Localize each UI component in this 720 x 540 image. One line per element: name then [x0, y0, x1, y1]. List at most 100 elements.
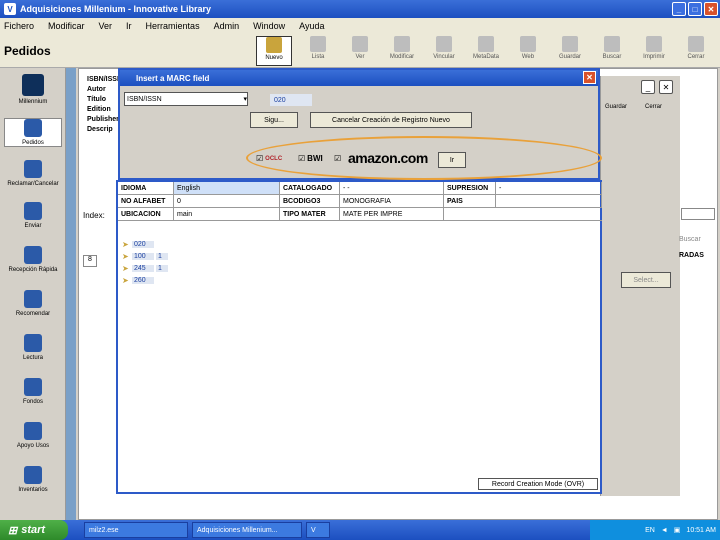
sidebar-item-fondos[interactable]: Fondos: [4, 378, 62, 405]
support-icon: [24, 422, 42, 440]
side-select-button[interactable]: Select...: [621, 272, 671, 288]
menu-ayuda[interactable]: Ayuda: [299, 21, 324, 31]
toolbar-guardar-button[interactable]: Guardar: [552, 36, 588, 66]
window-title-bar: V Adquisiciones Millenium - Innovative L…: [0, 0, 720, 18]
sidebar-item-recepcion[interactable]: Recepción Rápida: [4, 246, 62, 273]
side-field[interactable]: [681, 208, 715, 220]
fixed-fields-grid: IDIOMA English CATALOGADO - - SUPRESION …: [118, 182, 602, 221]
list-icon: [310, 36, 326, 52]
dialog-title: Insert a MARC field: [136, 73, 210, 83]
page-number[interactable]: 8: [83, 255, 97, 267]
inventory-icon: [24, 466, 42, 484]
page-title: Pedidos: [4, 44, 51, 58]
menu-fichero[interactable]: Fichero: [4, 21, 34, 31]
marc-field-list: ➤ 020 ➤ 100 1 ➤ 245 1 ➤ 260: [122, 238, 168, 286]
window-title: Adquisiciones Millenium - Innovative Lib…: [20, 4, 212, 14]
menu-ver[interactable]: Ver: [99, 21, 113, 31]
dialog-title-bar: Insert a MARC field ✕: [120, 70, 598, 86]
menu-window[interactable]: Window: [253, 21, 285, 31]
side-cerrar-label[interactable]: Cerrar: [645, 104, 662, 110]
list-item[interactable]: ➤ 260: [122, 274, 168, 286]
toolbar-web-button[interactable]: Web: [510, 36, 546, 66]
chevron-down-icon: ▾: [243, 96, 247, 103]
new-record-icon: [266, 37, 282, 53]
speaker-icon[interactable]: ◄: [661, 527, 668, 534]
field-arrow-icon: ➤: [122, 263, 129, 273]
side-guardar-label[interactable]: Guardar: [605, 104, 627, 110]
table-row: UBICACION main TIPO MATER MATE PER IMPRE: [118, 208, 602, 221]
millennium-logo-icon: [22, 74, 44, 96]
record-minimize-button[interactable]: _: [641, 80, 655, 94]
reading-icon: [24, 334, 42, 352]
view-icon: [352, 36, 368, 52]
toolbar-metadata-button[interactable]: MetaData: [468, 36, 504, 66]
task-millennium-icon[interactable]: V: [306, 522, 330, 538]
dialog-close-button[interactable]: ✕: [583, 71, 596, 84]
send-icon: [24, 202, 42, 220]
system-tray: EN ◄ ▣ 10:51 AM: [590, 520, 720, 540]
sidebar-item-apoyo[interactable]: Apoyo Usos: [4, 422, 62, 449]
table-row: IDIOMA English CATALOGADO - - SUPRESION …: [118, 182, 602, 195]
sidebar-item-millennium[interactable]: Millennium: [4, 74, 62, 105]
minimize-button[interactable]: _: [672, 2, 686, 16]
windows-logo-icon: ⊞: [8, 524, 18, 537]
claim-icon: [24, 160, 42, 178]
menu-ir[interactable]: Ir: [126, 21, 132, 31]
sidebar-item-pedidos[interactable]: Pedidos: [4, 118, 62, 147]
sidebar-item-inventarios[interactable]: Inventarios: [4, 466, 62, 493]
field-arrow-icon: ➤: [122, 251, 129, 261]
modify-icon: [394, 36, 410, 52]
side-radas-label: RADAS: [679, 252, 704, 259]
menu-admin[interactable]: Admin: [214, 21, 240, 31]
marc-field-select[interactable]: ISBN/ISSN ▾: [124, 92, 248, 106]
network-icon[interactable]: ▣: [674, 526, 681, 534]
close-doc-icon: [688, 36, 704, 52]
language-indicator[interactable]: EN: [645, 527, 655, 534]
web-icon: [520, 36, 536, 52]
close-button[interactable]: ✕: [704, 2, 718, 16]
list-item[interactable]: ➤ 245 1: [122, 262, 168, 274]
list-item[interactable]: ➤ 020: [122, 238, 168, 250]
toolbar-buscar-button[interactable]: Buscar: [594, 36, 630, 66]
list-item[interactable]: ➤ 100 1: [122, 250, 168, 262]
toolbar-vincular-button[interactable]: Vincular: [426, 36, 462, 66]
sources-highlight-ellipse: [246, 136, 602, 180]
toolbar-imprimir-button[interactable]: Imprimir: [636, 36, 672, 66]
side-window-controls: _ ✕: [641, 80, 673, 94]
marc-tag-field[interactable]: 020: [270, 94, 312, 106]
side-buscar-button[interactable]: Buscar: [679, 236, 701, 243]
sidebar-item-reclamar[interactable]: Reclamar/Cancelar: [4, 160, 62, 187]
taskbar: ⊞ start milz2.ese Adquisiciones Millenium…: [0, 520, 720, 540]
toolbar-cerrar-button[interactable]: Cerrar: [678, 36, 714, 66]
menu-modificar[interactable]: Modificar: [48, 21, 85, 31]
toolbar-nuevo-button[interactable]: Nuevo: [256, 36, 292, 66]
orders-icon: [24, 119, 42, 137]
funds-icon: [24, 378, 42, 396]
metadata-icon: [478, 36, 494, 52]
app-icon: V: [4, 3, 16, 15]
menu-herramientas[interactable]: Herramientas: [146, 21, 200, 31]
sidebar-item-recomendar[interactable]: Recomendar: [4, 290, 62, 317]
maximize-button[interactable]: □: [688, 2, 702, 16]
sidebar-scrollbar[interactable]: [66, 68, 76, 520]
toolbar-ver-button[interactable]: Ver: [342, 36, 378, 66]
start-button[interactable]: ⊞ start: [0, 520, 68, 540]
next-button[interactable]: Sigu...: [250, 112, 298, 128]
new-record-window: IDIOMA English CATALOGADO - - SUPRESION …: [116, 180, 602, 494]
toolbar-lista-button[interactable]: Lista: [300, 36, 336, 66]
search-icon: [604, 36, 620, 52]
record-close-button[interactable]: ✕: [659, 80, 673, 94]
index-label: Index:: [83, 211, 105, 220]
print-icon: [646, 36, 662, 52]
task-adquisiciones[interactable]: Adquisiciones Millenium...: [192, 522, 302, 538]
toolbar-modificar-button[interactable]: Modificar: [384, 36, 420, 66]
idioma-value[interactable]: English: [174, 182, 280, 194]
recommend-icon: [24, 290, 42, 308]
sidebar-item-enviar[interactable]: Enviar: [4, 202, 62, 229]
cancel-creation-button[interactable]: Cancelar Creación de Registro Nuevo: [310, 112, 472, 128]
behind-field-labels: ISBN/ISSN Autor Título Edition Publisher…: [87, 76, 123, 133]
sidebar-item-lectura[interactable]: Lectura: [4, 334, 62, 361]
table-row: NO ALFABET 0 BCODIGO3 MONOGRAFIA PAIS: [118, 195, 602, 208]
task-milz2[interactable]: milz2.ese: [84, 522, 188, 538]
sidebar: Millennium Pedidos Reclamar/Cancelar Env…: [0, 68, 66, 520]
